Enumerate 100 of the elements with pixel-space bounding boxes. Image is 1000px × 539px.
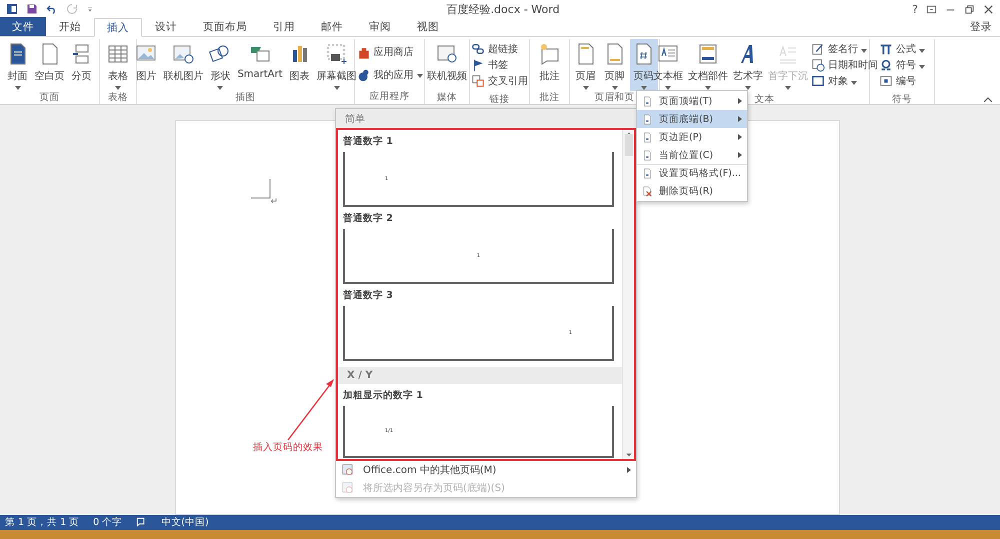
scroll-down-icon: [624, 451, 632, 459]
caret-icon: [745, 86, 751, 90]
ribbon-button[interactable]: 屏幕截图: [314, 39, 359, 91]
ribbon-button[interactable]: 日期和时间: [811, 57, 878, 73]
help-button[interactable]: ?: [912, 2, 918, 16]
ribbon-button[interactable]: 签名行: [811, 41, 878, 57]
caret-icon: [861, 48, 867, 52]
redo-icon: [66, 3, 78, 15]
ribbon-button[interactable]: 图片: [132, 39, 160, 91]
ribbon-display-icon: [926, 4, 937, 14]
menu-item[interactable]: 页面顶端(T): [637, 92, 747, 110]
page-settings-icon: [642, 168, 653, 179]
ribbon-tab[interactable]: 插入: [94, 18, 142, 37]
ribbon-button[interactable]: 公式: [879, 41, 925, 57]
ribbon-button[interactable]: 空白页: [32, 39, 66, 91]
cross-reference-icon: [471, 74, 485, 88]
group-label: 链接: [490, 93, 510, 106]
caret-icon: [582, 86, 588, 90]
menu-item[interactable]: 页面底端(B): [637, 110, 747, 128]
submenu-arrow-icon: [738, 152, 742, 158]
flag-icon: [471, 58, 485, 72]
group-label: 批注: [540, 91, 560, 104]
gallery-item-title: 普通数字 3: [342, 288, 394, 303]
ribbon-tab[interactable]: 文件: [0, 17, 46, 36]
close-icon: [983, 4, 994, 14]
ribbon-button[interactable]: 符号: [879, 57, 925, 73]
caret-icon: [919, 48, 925, 52]
calendar-clock-icon: [811, 58, 825, 72]
caret-icon: [14, 86, 20, 90]
group-label: 符号: [892, 93, 912, 106]
signature-icon: [811, 42, 825, 56]
ribbon-button[interactable]: 联机视频: [425, 39, 469, 91]
ribbon-button[interactable]: 封面: [4, 39, 32, 91]
word-count[interactable]: 0 个字: [93, 516, 122, 529]
ribbon-button[interactable]: 编号: [879, 73, 925, 89]
page-icon: [642, 150, 653, 160]
group-label: 插图: [236, 91, 256, 104]
save-icon: [26, 3, 38, 15]
ribbon-button[interactable]: 页眉: [572, 39, 600, 91]
menu-item[interactable]: 删除页码(R): [637, 182, 747, 200]
submenu-arrow-icon: [738, 134, 742, 140]
gallery-item-title: 加粗显示的数字 1: [342, 388, 424, 403]
scrollbar[interactable]: [622, 130, 634, 459]
omega-icon: [879, 58, 893, 72]
caret-icon: [919, 64, 925, 68]
ribbon-button[interactable]: 页脚: [600, 39, 628, 91]
ribbon-button[interactable]: 艺术字: [731, 39, 765, 91]
sign-in-link[interactable]: 登录: [970, 20, 992, 34]
object-icon: [811, 74, 825, 88]
ribbon-button[interactable]: 应用商店: [356, 44, 422, 60]
ribbon-button[interactable]: 我的应用: [356, 66, 422, 83]
page-count[interactable]: 第 1 页，共 1 页: [5, 516, 80, 529]
ribbon-button[interactable]: 超链接: [471, 41, 528, 57]
page-icon: [642, 114, 653, 124]
paragraph-mark: ↵: [270, 197, 278, 207]
ribbon-button[interactable]: SmartArt: [235, 39, 285, 91]
undo-icon: [46, 3, 58, 15]
page-icon: [642, 96, 653, 106]
submenu-arrow-icon: [738, 116, 742, 122]
group-label: 页面: [40, 91, 60, 104]
menu-item[interactable]: 页边距(P): [637, 128, 747, 146]
apps-icon: [356, 68, 370, 82]
menu-item[interactable]: Office.com 中的其他页码(M): [336, 461, 636, 479]
ribbon-button[interactable]: 文档部件: [686, 39, 730, 91]
caret-icon: [612, 86, 618, 90]
language-indicator[interactable]: 中文(中国): [161, 516, 209, 529]
pi-icon: [879, 42, 893, 56]
ribbon-button[interactable]: 分页: [68, 39, 96, 91]
save-selection-icon: [341, 481, 355, 495]
ribbon-button[interactable]: 联机图片: [161, 39, 206, 91]
group-label: 页眉和页: [594, 91, 634, 104]
ribbon-button[interactable]: 形状: [206, 39, 234, 91]
web-page-icon: [341, 463, 355, 477]
group-label: 应用程序: [370, 90, 410, 104]
menu-item[interactable]: 当前位置(C): [637, 146, 747, 164]
caret-icon: [217, 86, 224, 90]
gallery-item-title: 普通数字 2: [342, 212, 394, 226]
ribbon-button[interactable]: 表格: [104, 39, 132, 91]
annotation-arrow: [286, 378, 336, 440]
caret-icon: [416, 74, 422, 78]
menu-item[interactable]: 设置页码格式(F)...: [637, 164, 747, 182]
caret-icon: [851, 80, 857, 84]
ribbon-button[interactable]: 对象: [811, 73, 878, 89]
store-bag-icon: [356, 45, 370, 60]
margin-corner-icon: [250, 179, 270, 199]
ribbon-button[interactable]: 交叉引用: [471, 73, 528, 89]
link-icon: [471, 42, 485, 56]
ribbon-button[interactable]: 图表: [286, 39, 314, 91]
scroll-thumb[interactable]: [624, 134, 632, 156]
group-label: 媒体: [437, 91, 457, 104]
ribbon-button[interactable]: 批注: [536, 39, 564, 91]
annotation-label: 插入页码的效果: [253, 441, 323, 454]
restore-icon: [964, 4, 975, 14]
proofing-icon: [136, 517, 148, 528]
group-label: 文本: [754, 93, 774, 106]
collapse-ribbon-icon[interactable]: [984, 97, 992, 102]
submenu-arrow-icon: [738, 98, 742, 104]
ribbon-button[interactable]: 书签: [471, 57, 528, 73]
caret-icon: [115, 86, 121, 90]
gallery-item-title: 普通数字 1: [342, 134, 394, 149]
